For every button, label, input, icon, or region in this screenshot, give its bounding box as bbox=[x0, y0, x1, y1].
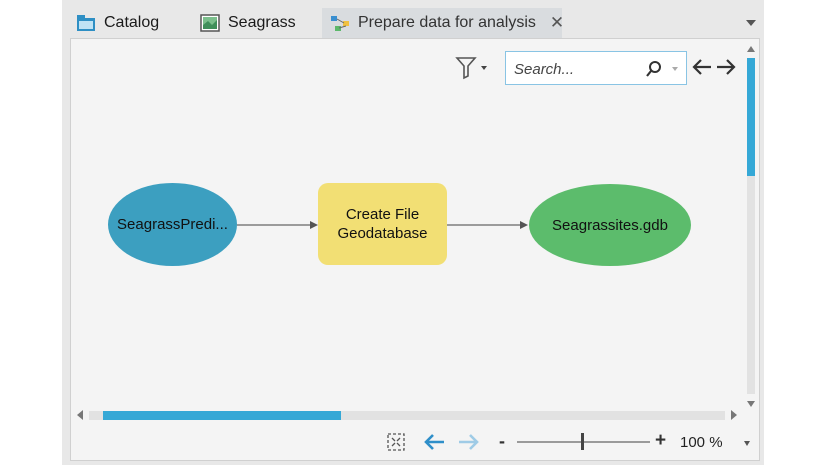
zoom-level[interactable]: 100 % bbox=[680, 434, 723, 451]
tab-prepare-data[interactable]: Prepare data for analysis ✕ bbox=[322, 8, 564, 38]
scroll-up-arrow-icon[interactable] bbox=[744, 42, 758, 56]
tab-seagrass[interactable]: Seagrass bbox=[200, 8, 310, 38]
bottom-toolbar: - + 100 % bbox=[71, 425, 759, 459]
model-builder-window: Catalog Seagrass Prepare data for analys… bbox=[62, 0, 764, 465]
tool-node[interactable]: Create File Geodatabase bbox=[318, 183, 447, 265]
fit-to-window-icon[interactable] bbox=[385, 431, 407, 453]
scroll-thumb[interactable] bbox=[103, 411, 341, 420]
model-icon bbox=[330, 14, 350, 32]
zoom-out-button[interactable]: - bbox=[499, 431, 505, 452]
node-label: Seagrassites.gdb bbox=[552, 216, 668, 234]
vertical-scrollbar[interactable] bbox=[744, 40, 758, 412]
close-icon[interactable]: ✕ bbox=[550, 13, 564, 33]
previous-extent-arrow-icon[interactable] bbox=[422, 431, 446, 453]
tab-label: Catalog bbox=[104, 14, 160, 31]
horizontal-scrollbar[interactable] bbox=[71, 407, 743, 423]
catalog-folder-icon bbox=[76, 14, 96, 32]
tab-catalog[interactable]: Catalog bbox=[76, 8, 186, 38]
node-label: Create File Geodatabase bbox=[337, 206, 428, 242]
scroll-thumb[interactable] bbox=[747, 58, 755, 176]
connector-arrow bbox=[447, 221, 528, 229]
zoom-in-button[interactable]: + bbox=[655, 430, 666, 452]
node-label: SeagrassPredi... bbox=[117, 216, 228, 233]
connector-arrow bbox=[237, 221, 318, 229]
map-icon bbox=[200, 14, 220, 32]
zoom-slider-thumb[interactable] bbox=[581, 433, 584, 450]
model-canvas[interactable]: SeagrassPredi... Create File Geodatabase… bbox=[70, 38, 760, 461]
scroll-down-arrow-icon[interactable] bbox=[744, 397, 758, 411]
next-extent-arrow-icon[interactable] bbox=[457, 431, 481, 453]
tab-label: Seagrass bbox=[228, 14, 296, 31]
scroll-right-arrow-icon[interactable] bbox=[727, 407, 741, 423]
zoom-dropdown-chevron-icon[interactable] bbox=[744, 441, 750, 446]
output-data-node[interactable]: Seagrassites.gdb bbox=[529, 184, 691, 266]
tab-overflow-chevron-icon[interactable] bbox=[746, 20, 756, 26]
scroll-left-arrow-icon[interactable] bbox=[73, 407, 87, 423]
tab-label: Prepare data for analysis bbox=[358, 14, 536, 31]
tab-strip: Catalog Seagrass Prepare data for analys… bbox=[62, 8, 764, 38]
input-data-node[interactable]: SeagrassPredi... bbox=[108, 183, 237, 266]
